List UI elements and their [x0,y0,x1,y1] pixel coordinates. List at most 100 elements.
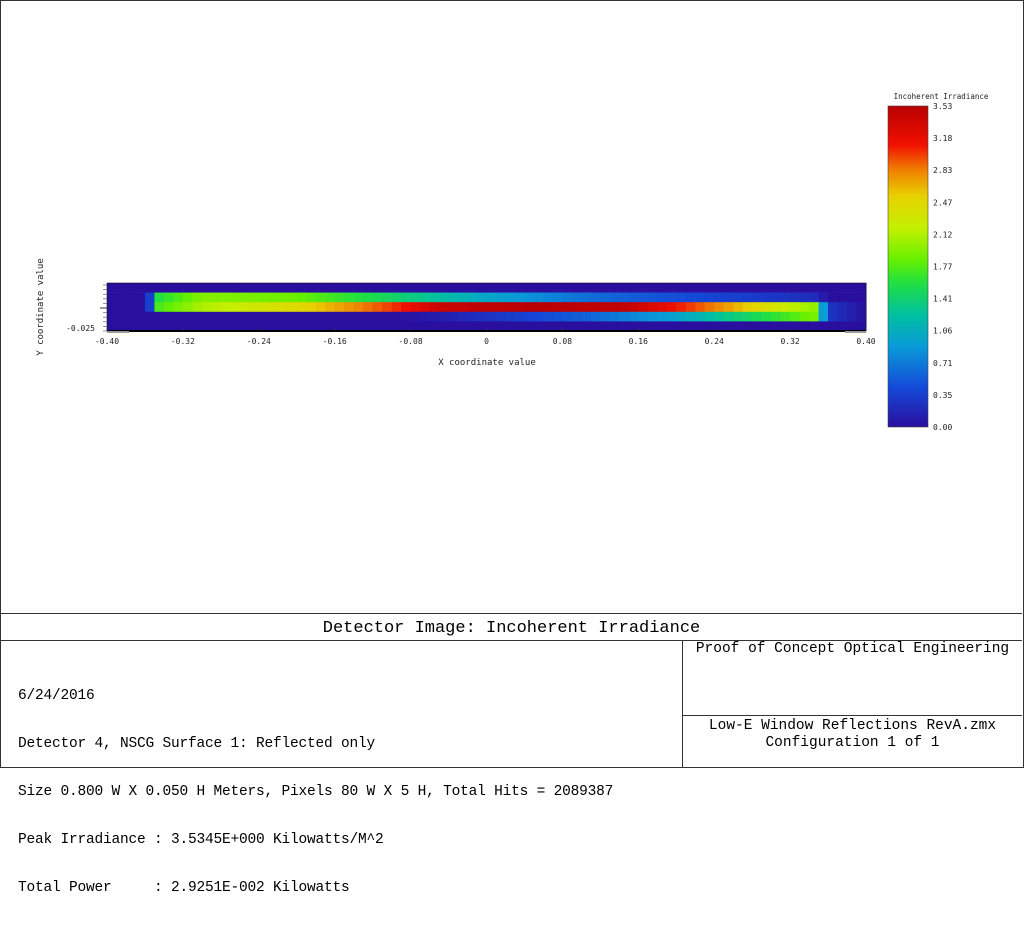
heatmap-cell [372,311,383,322]
heatmap-cell [619,302,630,313]
heatmap-cell [382,283,393,293]
heatmap-cell [410,311,421,322]
heatmap-cell [249,292,260,303]
heatmap-cell [334,302,345,313]
heatmap-cell [287,283,298,293]
heatmap-cell [154,302,165,313]
heatmap-cell [353,292,364,303]
heatmap-cell [477,283,487,293]
heatmap-cell [477,302,487,313]
heatmap-cell [334,283,345,293]
heatmap-cell [676,292,687,303]
heatmap-cell [837,321,848,332]
heatmap-cell [533,292,544,303]
heatmap-cell [590,302,601,313]
heatmap-cell [723,283,734,293]
heatmap-cell [543,311,554,322]
heatmap-cell [353,321,364,332]
heatmap-cell [467,292,478,303]
heatmap-cell [315,292,326,303]
heatmap-cell [495,302,506,313]
heatmap-cell [477,292,487,303]
colorbar-tick-label: 2.12 [933,230,952,239]
heatmap-cell [837,292,848,303]
heatmap-cell [847,302,858,313]
info-date: 6/24/2016 [18,688,95,704]
colorbar-tick-label: 1.41 [933,295,952,304]
heatmap-cell [287,292,298,303]
heatmap-cell [410,283,421,293]
heatmap-cell [163,292,174,303]
heatmap-cell [448,321,459,332]
heatmap-cell [173,311,184,322]
heatmap-cell [666,321,677,332]
heatmap-cell [695,302,706,313]
heatmap-cell [609,321,620,332]
heatmap-cell [410,321,421,332]
heatmap-cell [325,311,336,322]
heatmap-cell [306,321,317,332]
heatmap-cell [107,321,117,332]
heatmap-cell [514,311,525,322]
heatmap-cell [495,321,506,332]
heatmap-cell [657,283,668,293]
heatmap-cell [258,311,269,322]
heatmap-cell [856,283,867,293]
heatmap-cell [571,311,582,322]
heatmap-cell [837,283,848,293]
x-axis-right-marker [845,331,866,333]
heatmap-cell [239,311,250,322]
heatmap-cell [125,321,136,332]
heatmap-cell [714,311,725,322]
heatmap-cell [211,283,222,293]
heatmap-cell [609,311,620,322]
heatmap-cell [505,321,516,332]
heatmap-cell [761,283,772,293]
heatmap-cell [439,283,450,293]
heatmap-cell [685,292,696,303]
heatmap-cell [135,292,146,303]
heatmap-cell [258,321,269,332]
heatmap-cell [439,292,450,303]
heatmap-cell [135,321,146,332]
heatmap-cell [818,283,829,293]
heatmap-cell [116,302,127,313]
heatmap-cell [695,283,706,293]
heatmap-cell [600,302,611,313]
heatmap-cell [144,311,155,322]
heatmap-cell [220,283,231,293]
heatmap-cell [344,302,355,313]
heatmap-cell [657,302,668,313]
heatmap-cell [220,292,231,303]
heatmap-cell [638,311,649,322]
heatmap-cell [391,302,402,313]
heatmap-cell [458,321,469,332]
heatmap-cell [258,292,269,303]
heatmap-cell [220,311,231,322]
heatmap-cells [107,283,867,332]
x-tick-label: 0.32 [780,337,799,346]
x-tick-label: -0.16 [323,337,347,346]
heatmap-cell [353,311,364,322]
heatmap-cell [790,302,801,313]
x-tick-label: -0.32 [171,337,195,346]
colorbar-tick-label: 0.35 [933,391,952,400]
heatmap-cell [809,321,820,332]
heatmap-cell [695,292,706,303]
y-axis-ticks [100,284,107,332]
heatmap-cell [505,311,516,322]
heatmap-cell [752,302,763,313]
heatmap-cell [125,311,136,322]
heatmap-cell [192,321,203,332]
heatmap-cell [239,292,250,303]
heatmap-cell [647,292,658,303]
heatmap-cell [676,283,687,293]
heatmap-cell [182,302,193,313]
heatmap-cell [685,302,696,313]
heatmap-cell [723,311,734,322]
heatmap-cell [742,311,753,322]
heatmap-cell [277,311,288,322]
heatmap-cell [334,292,345,303]
heatmap-cell [201,321,212,332]
heatmap-cell [154,283,165,293]
